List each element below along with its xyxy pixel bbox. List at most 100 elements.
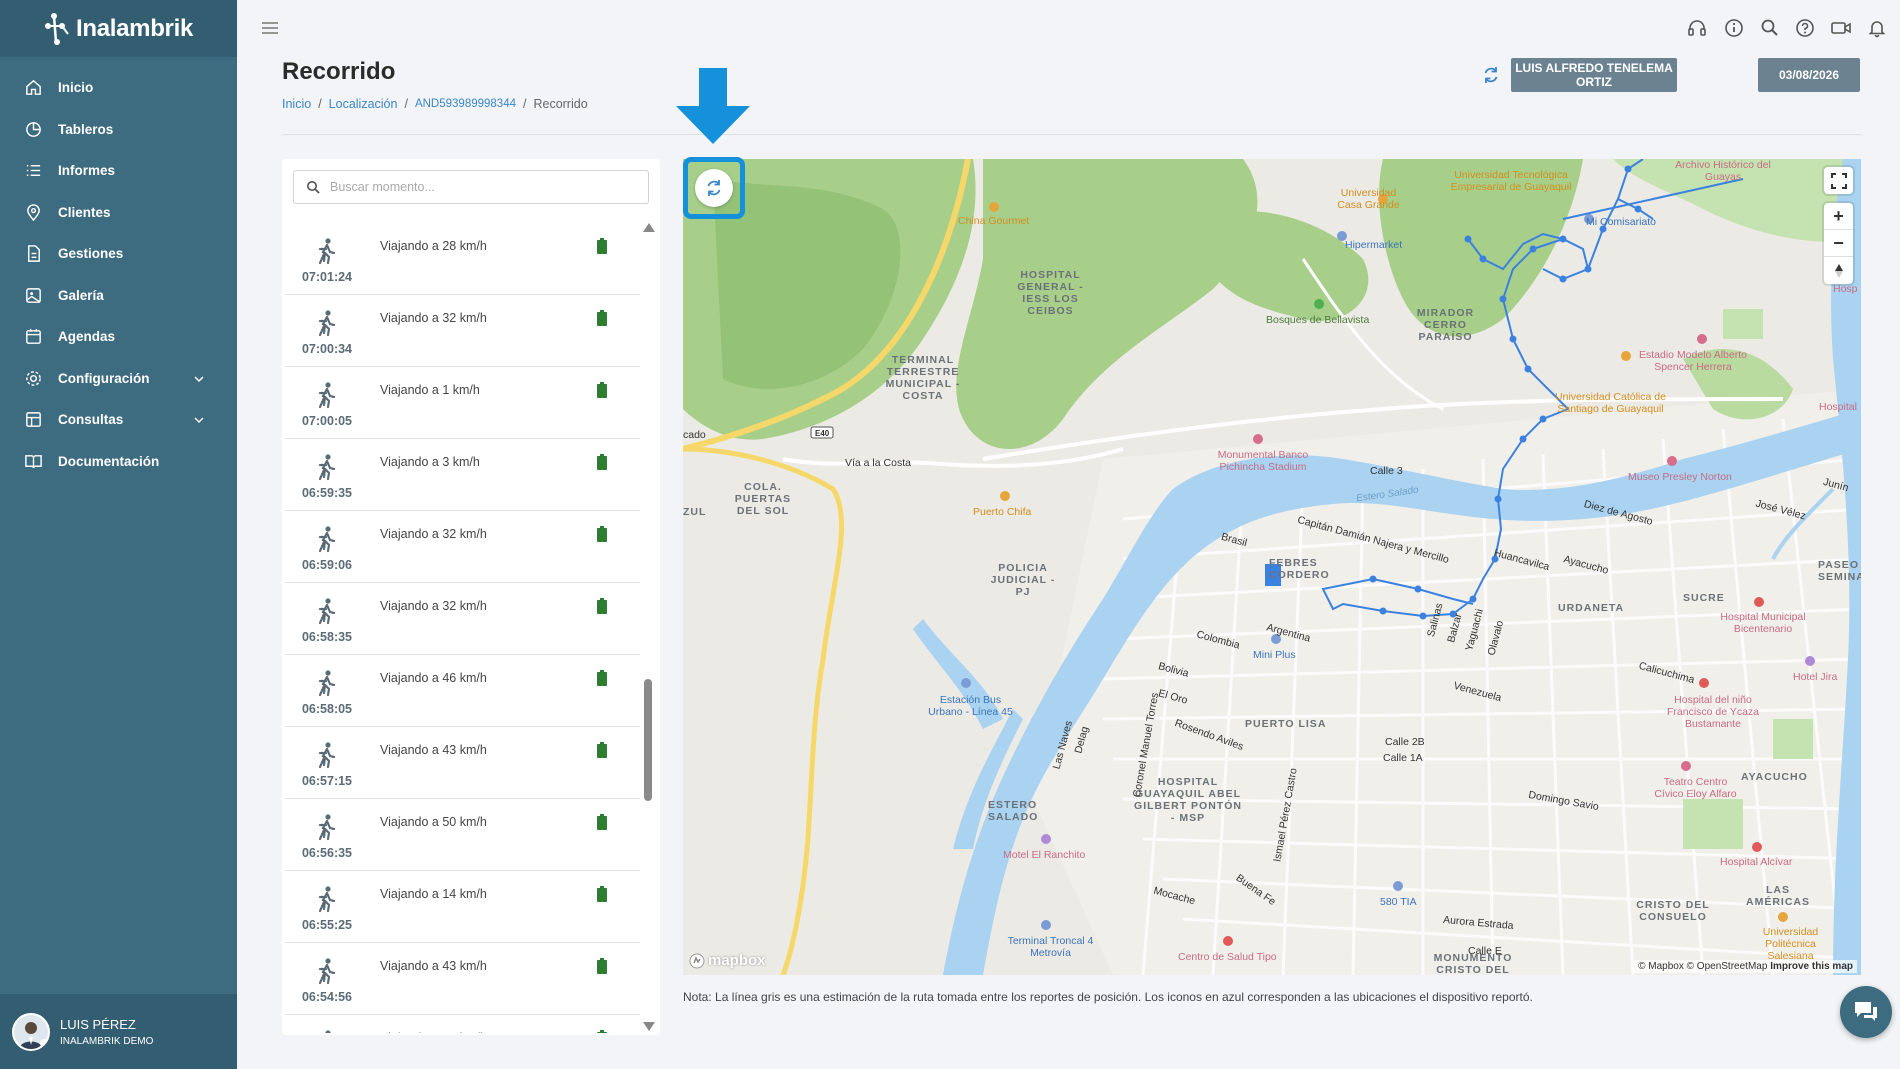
user-profile[interactable]: LUIS PÉREZ INALAMBRIK DEMO — [0, 994, 237, 1069]
moment-row[interactable]: 06:59:35 Viajando a 3 km/h — [285, 439, 640, 511]
fullscreen-icon[interactable] — [1824, 167, 1853, 194]
attribution-mapbox[interactable]: © Mapbox — [1638, 961, 1684, 972]
walking-person-icon — [313, 237, 339, 265]
moment-row[interactable]: 06:55:25 Viajando a 14 km/h — [285, 871, 640, 943]
moment-time: 07:00:34 — [301, 342, 353, 356]
sidebar-item-agendas[interactable]: Agendas — [0, 316, 237, 358]
sidebar-item-label: Configuración — [58, 370, 150, 386]
refresh-button[interactable] — [1480, 64, 1502, 86]
poi-hospital-edge[interactable]: Hospital — [1819, 401, 1857, 413]
poi-mi-comisariato[interactable]: Mi Comisariato — [1586, 216, 1656, 228]
poi-hipermarket[interactable]: Hipermarket — [1345, 239, 1402, 251]
scroll-thumb[interactable] — [644, 679, 652, 801]
moment-time: 06:58:05 — [301, 702, 353, 716]
poi-tecnologica[interactable]: Universidad Tecnológica Empresarial de G… — [1446, 169, 1576, 193]
video-camera-icon[interactable] — [1830, 17, 1852, 39]
chevron-down-icon — [194, 417, 204, 424]
poi-motel[interactable]: Motel El Ranchito — [1003, 849, 1085, 861]
attribution-osm[interactable]: © OpenStreetMap — [1687, 961, 1768, 972]
street-calle-2b: Calle 2B — [1385, 736, 1425, 748]
sidebar-item-documentacion[interactable]: Documentación — [0, 441, 237, 483]
fullscreen-control[interactable] — [1824, 167, 1853, 194]
moment-row[interactable]: 06:57:15 Viajando a 43 km/h — [285, 727, 640, 799]
poi-hotel-jira[interactable]: Hotel Jira — [1793, 671, 1837, 683]
refresh-icon — [707, 180, 721, 196]
improve-map-link[interactable]: Improve this map — [1770, 961, 1853, 972]
info-icon[interactable] — [1723, 17, 1745, 39]
poi-estacion-bus[interactable]: Estación Bus Urbano - Línea 45 — [923, 694, 1018, 718]
scrollbar[interactable] — [641, 223, 655, 1031]
street-calle-1a: Calle 1A — [1383, 752, 1423, 764]
compass-icon[interactable] — [1824, 257, 1853, 284]
poi-bosques[interactable]: Bosques de Bellavista — [1266, 314, 1369, 326]
moment-row[interactable]: Viajando a 46 km/h — [285, 1015, 640, 1033]
map-refresh-button[interactable] — [695, 169, 733, 207]
walking-person-icon — [313, 1029, 339, 1033]
battery-icon — [597, 526, 607, 542]
moment-row[interactable]: 07:00:05 Viajando a 1 km/h — [285, 367, 640, 439]
moment-time: 06:56:35 — [301, 846, 353, 860]
hamburger-menu-icon[interactable] — [259, 17, 281, 39]
sidebar-item-galeria[interactable]: Galería — [0, 275, 237, 317]
poi-centro-salud[interactable]: Centro de Salud Tipo — [1178, 951, 1277, 963]
moment-row[interactable]: 07:01:24 Viajando a 28 km/h — [285, 223, 640, 295]
poi-hospital-bicentenario[interactable]: Hospital Municipal Bicentenario — [1708, 611, 1818, 635]
sidebar-item-tableros[interactable]: Tableros — [0, 109, 237, 151]
poi-presley[interactable]: Museo Presley Norton — [1628, 471, 1732, 483]
poi-estadio-alberto[interactable]: Estadio Modelo Alberto Spencer Herrera — [1628, 349, 1758, 373]
poi-archivo[interactable]: Archivo Histórico del Guayas — [1673, 159, 1773, 183]
sidebar-item-configuracion[interactable]: Configuración — [0, 358, 237, 400]
scroll-down-arrow[interactable] — [643, 1022, 655, 1031]
poi-puerto-chifa[interactable]: Puerto Chifa — [973, 506, 1031, 518]
search-icon[interactable] — [1759, 17, 1781, 39]
sidebar-item-label: Tableros — [58, 121, 114, 137]
poi-monumental[interactable]: Monumental Banco Pichincha Stadium — [1213, 449, 1313, 473]
walking-person-icon — [313, 885, 339, 913]
walking-person-icon — [313, 957, 339, 985]
breadcrumb-localizacion[interactable]: Localización — [329, 97, 398, 111]
brand-logo[interactable]: Inalambrik — [0, 0, 237, 57]
poi-tia[interactable]: 580 TIA — [1380, 896, 1417, 908]
route-map[interactable]: HOSPITAL GENERAL - IESS LOS CEIBOS TERMI… — [683, 159, 1861, 975]
sidebar-item-gestiones[interactable]: Gestiones — [0, 233, 237, 275]
sidebar-item-clientes[interactable]: Clientes — [0, 192, 237, 234]
bell-icon[interactable] — [1866, 17, 1888, 39]
sidebar-item-inicio[interactable]: Inicio — [0, 67, 237, 109]
poi-catolica[interactable]: Universidad Católica de Santiago de Guay… — [1548, 391, 1673, 415]
sidebar-item-informes[interactable]: Informes — [0, 150, 237, 192]
scroll-up-arrow[interactable] — [643, 223, 655, 232]
battery-icon — [597, 886, 607, 902]
date-select-button[interactable]: 03/08/2026 — [1758, 58, 1860, 92]
poi-china-gourmet[interactable]: China Gourmet — [958, 215, 1029, 227]
moment-row[interactable]: 07:00:34 Viajando a 32 km/h — [285, 295, 640, 367]
mapbox-logo[interactable]: mapbox — [689, 952, 766, 969]
sidebar-item-consultas[interactable]: Consultas — [0, 399, 237, 441]
zoom-out-icon[interactable]: − — [1824, 230, 1853, 257]
breadcrumb-device[interactable]: AND593989998344 — [415, 98, 516, 110]
poi-politecnica[interactable]: Universidad Politécnica Salesiana — [1743, 926, 1838, 962]
moment-row[interactable]: 06:56:35 Viajando a 50 km/h — [285, 799, 640, 871]
chevron-down-icon — [194, 375, 204, 382]
moment-row[interactable]: 06:54:56 Viajando a 43 km/h — [285, 943, 640, 1015]
zoom-in-icon[interactable]: + — [1824, 203, 1853, 230]
moment-row[interactable]: 06:58:35 Viajando a 32 km/h — [285, 583, 640, 655]
poi-hospital-alcivar[interactable]: Hospital Alcívar — [1720, 856, 1792, 868]
poi-hospital-nino[interactable]: Hospital del niño Francisco de Ycaza Bus… — [1663, 694, 1763, 730]
poi-hosp-edge[interactable]: Hosp — [1833, 283, 1858, 295]
poi-terminal-troncal[interactable]: Terminal Troncal 4 Metrovía — [1003, 935, 1098, 959]
poi-mini-plus[interactable]: Mini Plus — [1253, 649, 1296, 661]
driver-select-button[interactable]: LUIS ALFREDO TENELEMA ORTIZ — [1511, 58, 1677, 92]
search-box[interactable] — [293, 170, 649, 204]
chat-button[interactable] — [1840, 986, 1892, 1038]
battery-icon — [597, 382, 607, 398]
walking-person-icon — [313, 597, 339, 625]
poi-casa-grande[interactable]: Universidad Casa Grande — [1331, 187, 1406, 211]
sidebar: Inalambrik Inicio Tableros Informes Clie… — [0, 0, 237, 1069]
headset-icon[interactable] — [1686, 17, 1708, 39]
moment-row[interactable]: 06:58:05 Viajando a 46 km/h — [285, 655, 640, 727]
poi-teatro[interactable]: Teatro Centro Cívico Eloy Alfaro — [1653, 776, 1738, 800]
breadcrumb-inicio[interactable]: Inicio — [282, 97, 311, 111]
search-input[interactable] — [330, 180, 630, 194]
help-icon[interactable] — [1794, 17, 1816, 39]
moment-row[interactable]: 06:59:06 Viajando a 32 km/h — [285, 511, 640, 583]
